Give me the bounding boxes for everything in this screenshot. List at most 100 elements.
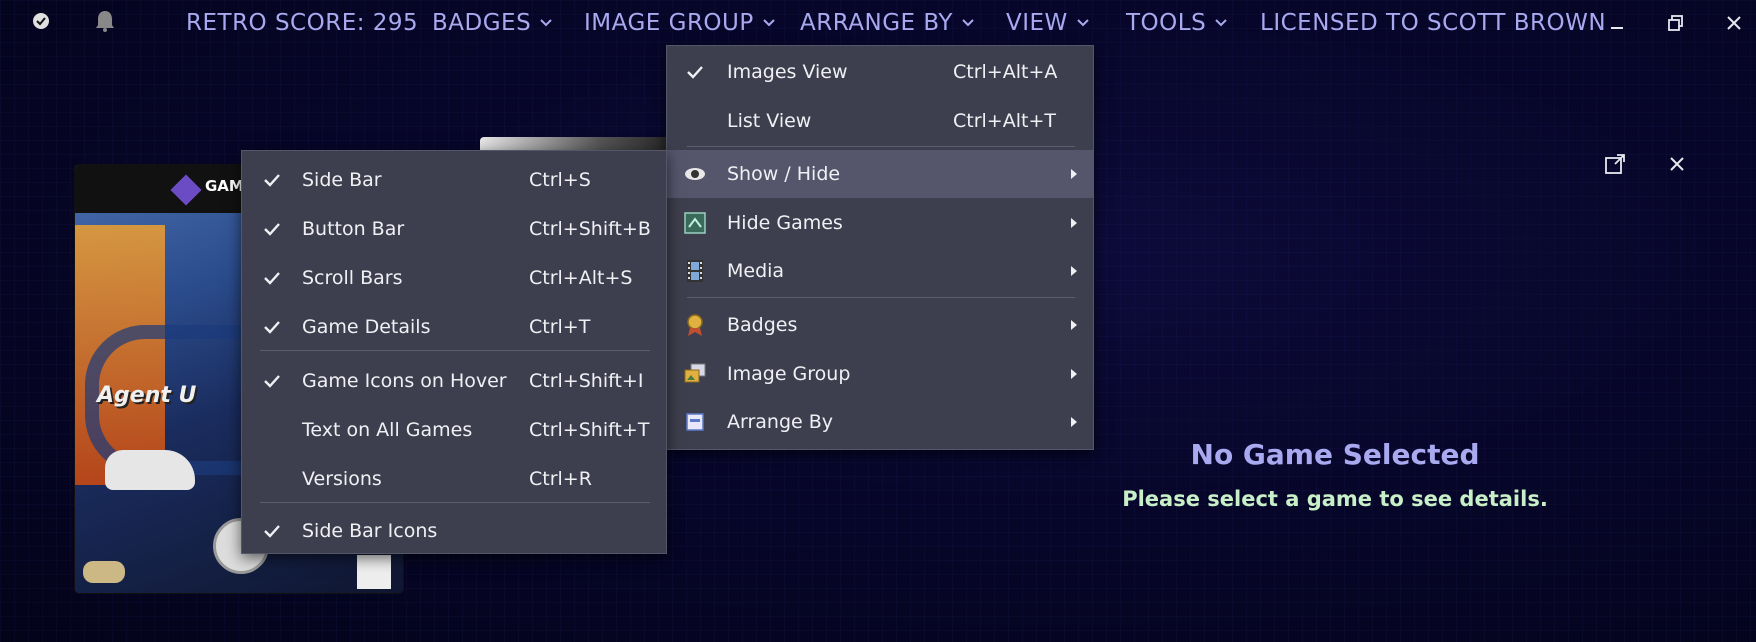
nintendo-seal-icon [83,561,125,583]
menu-item-show-hide[interactable]: Show / Hide [667,150,1093,198]
menu-separator [687,146,1075,147]
retro-score-label: RETRO SCORE: 295 [186,10,419,36]
menu-item-label: Versions [302,468,382,490]
menu-item-shortcut: Ctrl+Alt+A [953,61,1058,83]
menu-badges[interactable]: BADGES [432,8,553,38]
menu-badges-label: BADGES [432,10,532,36]
menu-image-group-label: IMAGE GROUP [584,10,754,36]
menu-item-label: Show / Hide [727,163,841,185]
eye-icon [685,168,705,180]
no-game-title: No Game Selected [1190,438,1480,471]
check-circle-icon[interactable] [28,8,54,34]
check-icon [262,268,282,288]
check-icon [262,219,282,239]
minimize-button[interactable] [1602,8,1632,38]
menu-item-game-icons-on-hover[interactable]: Game Icons on Hover Ctrl+Shift+I [242,357,666,405]
cover-platform-text: GAM [205,177,244,195]
menu-item-badges[interactable]: Badges [667,301,1093,349]
menu-item-media[interactable]: Media [667,247,1093,295]
menu-item-arrange-by[interactable]: Arrange By [667,398,1093,446]
menu-item-side-bar-icons[interactable]: Side Bar Icons [242,507,666,555]
menu-item-hide-games[interactable]: Hide Games [667,199,1093,247]
chevron-down-icon [962,19,974,27]
close-window-button[interactable] [1719,8,1749,38]
menu-item-versions[interactable]: Versions Ctrl+R [242,455,666,503]
license-label: LICENSED TO SCOTT BROWN [1260,10,1607,36]
menu-item-shortcut: Ctrl+R [529,468,592,490]
menu-tools-label: TOOLS [1126,10,1207,36]
chevron-right-icon [1071,169,1077,179]
menu-arrange-by[interactable]: ARRANGE BY [800,8,975,38]
hide-games-icon [684,212,706,234]
badge-medal-icon [687,314,703,336]
menu-item-label: Game Icons on Hover [302,370,507,392]
restore-button[interactable] [1661,8,1691,38]
menu-item-scroll-bars[interactable]: Scroll Bars Ctrl+Alt+S [242,254,666,302]
chevron-right-icon [1071,218,1077,228]
menu-item-label: Image Group [727,363,851,385]
menu-item-shortcut: Ctrl+Shift+I [529,370,644,392]
chevron-right-icon [1071,320,1077,330]
show-hide-submenu: Side Bar Ctrl+S Button Bar Ctrl+Shift+B … [241,150,667,554]
menu-item-text-on-all-games[interactable]: Text on All Games Ctrl+Shift+T [242,406,666,454]
menu-item-label: Images View [727,61,848,83]
menu-arrange-by-label: ARRANGE BY [800,10,953,36]
chevron-right-icon [1071,369,1077,379]
menu-item-label: Text on All Games [302,419,473,441]
restore-icon [1668,15,1683,31]
check-icon [262,317,282,337]
esrb-rating-icon [357,555,391,589]
chevron-right-icon [1071,266,1077,276]
check-icon [262,170,282,190]
menu-view-label: VIEW [1006,10,1068,36]
menu-item-button-bar[interactable]: Button Bar Ctrl+Shift+B [242,205,666,253]
close-icon [1727,16,1741,30]
retro-score[interactable]: RETRO SCORE: 295 [186,8,418,38]
chevron-down-icon [1215,19,1227,27]
top-menu-bar: RETRO SCORE: 295 BADGES IMAGE GROUP ARRA… [0,0,1756,46]
minimize-icon [1611,27,1623,29]
menu-item-shortcut: Ctrl+Shift+B [529,218,651,240]
menu-separator [260,502,650,503]
menu-item-shortcut: Ctrl+Alt+T [953,110,1056,132]
chevron-down-icon [763,19,775,27]
menu-item-label: Button Bar [302,218,405,240]
menu-item-label: Arrange By [727,411,834,433]
chevron-right-icon [1071,417,1077,427]
menu-item-game-details[interactable]: Game Details Ctrl+T [242,303,666,351]
menu-item-shortcut: Ctrl+Shift+T [529,419,650,441]
check-icon [262,371,282,391]
menu-tools[interactable]: TOOLS [1126,8,1228,38]
check-icon [685,62,705,82]
menu-item-label: Game Details [302,316,431,338]
film-icon [687,260,703,282]
menu-item-label: Hide Games [727,212,843,234]
menu-item-label: Badges [727,314,798,336]
menu-item-shortcut: Ctrl+S [529,169,591,191]
menu-separator [687,297,1075,298]
cover-art-car [105,450,195,490]
open-external-icon[interactable] [1600,149,1630,179]
menu-item-label: Media [727,260,785,282]
bell-icon[interactable] [92,8,118,34]
view-menu: Images View Ctrl+Alt+A List View Ctrl+Al… [666,45,1094,450]
chevron-down-icon [540,19,552,27]
menu-item-side-bar[interactable]: Side Bar Ctrl+S [242,156,666,204]
image-group-icon [684,363,706,383]
menu-item-label: Side Bar [302,169,382,191]
menu-item-images-view[interactable]: Images View Ctrl+Alt+A [667,48,1093,96]
no-game-subtitle: Please select a game to see details. [1122,487,1548,511]
arrange-icon [686,413,704,431]
menu-item-image-group[interactable]: Image Group [667,350,1093,398]
menu-item-label: Side Bar Icons [302,520,438,542]
menu-image-group[interactable]: IMAGE GROUP [584,8,776,38]
license-info[interactable]: LICENSED TO SCOTT BROWN [1260,8,1606,38]
check-icon [262,521,282,541]
close-details-icon[interactable] [1662,149,1692,179]
menu-separator [260,350,650,351]
cover-title-text: Agent U [97,383,197,408]
menu-item-shortcut: Ctrl+Alt+S [529,267,633,289]
menu-view[interactable]: VIEW [1006,8,1090,38]
menu-item-label: List View [727,110,812,132]
menu-item-list-view[interactable]: List View Ctrl+Alt+T [667,97,1093,145]
